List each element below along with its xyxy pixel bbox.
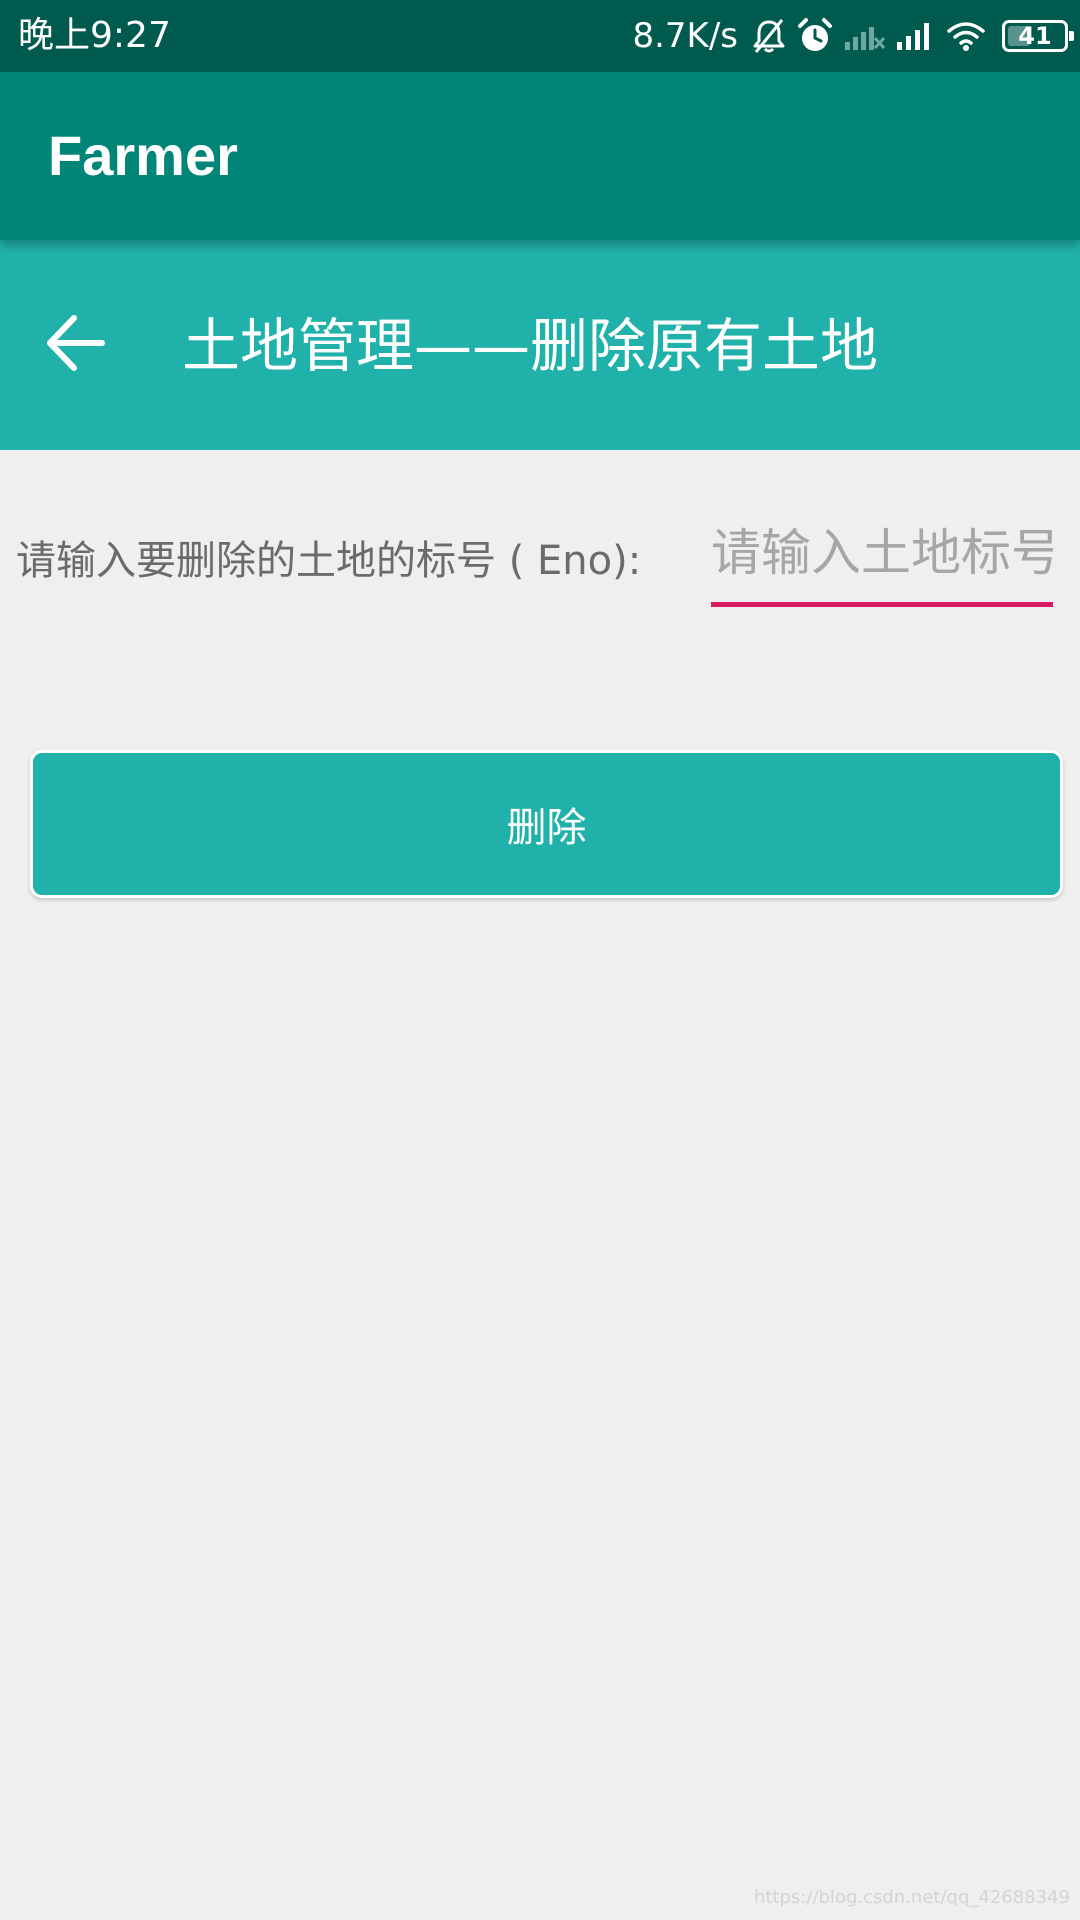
status-bar: 晚上9:27 8.7K/s 41: [0, 0, 1080, 72]
alarm-icon: [796, 17, 834, 55]
land-number-field: [711, 505, 1053, 607]
bell-off-icon: [752, 18, 786, 54]
wifi-icon: [946, 20, 986, 52]
battery-level-text: 41: [1018, 22, 1052, 50]
back-button[interactable]: [36, 306, 114, 384]
signal-off-icon: [844, 20, 886, 52]
app-title: Farmer: [48, 124, 238, 187]
battery-icon: 41: [1002, 20, 1074, 52]
status-icons: 8.7K/s 41: [632, 10, 1074, 62]
input-underline: [711, 602, 1053, 607]
page-title: 土地管理——删除原有土地: [182, 312, 879, 380]
arrow-left-icon: [42, 310, 108, 380]
status-time: 晚上9:27: [18, 15, 171, 56]
page-toolbar: 土地管理——删除原有土地: [0, 240, 1080, 450]
delete-button[interactable]: 删除: [30, 750, 1063, 898]
land-number-label: 请输入要删除的土地的标号 ( Eno):: [16, 538, 642, 584]
signal-icon: [896, 20, 936, 52]
network-speed: 8.7K/s: [632, 16, 738, 56]
app-bar: Farmer: [0, 72, 1080, 240]
land-number-input[interactable]: [711, 505, 1053, 601]
watermark: https://blog.csdn.net/qq_42688349: [753, 1887, 1070, 1908]
